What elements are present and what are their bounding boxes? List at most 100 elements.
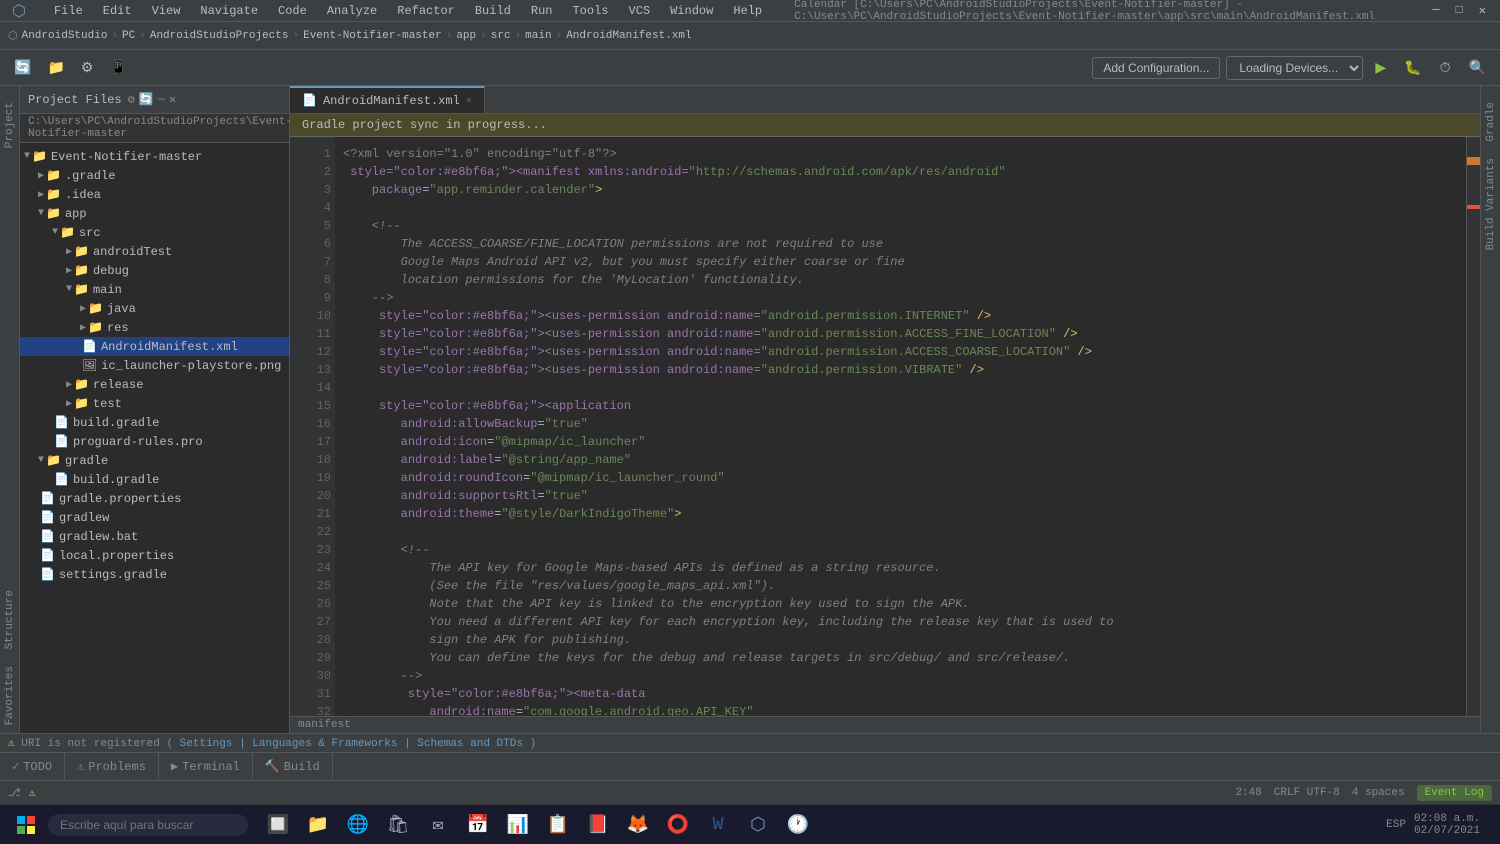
breadcrumb-app[interactable]: app	[456, 30, 476, 42]
browser-app[interactable]: 🦊	[620, 807, 656, 843]
event-log-btn[interactable]: Event Log	[1417, 785, 1492, 801]
panel-collapse-icon[interactable]: —	[158, 92, 165, 107]
tree-item-androidtest[interactable]: ▶ 📁 androidTest	[20, 242, 289, 261]
calendar-app[interactable]: 📅	[460, 807, 496, 843]
breadcrumb-manifest[interactable]: AndroidManifest.xml	[566, 30, 691, 42]
tree-item--gradle[interactable]: ▶ 📁 .gradle	[20, 166, 289, 185]
tree-item--idea[interactable]: ▶ 📁 .idea	[20, 185, 289, 204]
project-path: C:\Users\PC\AndroidStudioProjects\Event-…	[20, 114, 289, 143]
panel-close-icon[interactable]: ✕	[169, 92, 176, 107]
sync-btn[interactable]: 🔄	[8, 55, 37, 80]
menu-navigate[interactable]: Navigate	[196, 2, 262, 20]
file-explorer-app[interactable]: 📁	[300, 807, 336, 843]
edge-app[interactable]: 🌐	[340, 807, 376, 843]
store-app[interactable]: 🛍	[380, 807, 416, 843]
mail-app[interactable]: ✉	[420, 807, 456, 843]
maximize-btn[interactable]: □	[1450, 3, 1469, 18]
code-content[interactable]: <?xml version="1.0" encoding="utf-8"?> s…	[335, 137, 1466, 716]
tree-file-icon: 📄	[54, 472, 69, 487]
terminal-tab[interactable]: ▶ Terminal	[159, 753, 253, 780]
breadcrumb-pc[interactable]: PC	[122, 30, 135, 42]
project-label[interactable]: Project	[2, 94, 18, 156]
tree-item-settings-gradle[interactable]: 📄 settings.gradle	[20, 565, 289, 584]
word-app[interactable]: W	[700, 807, 736, 843]
todo-tab[interactable]: ✓ TODO	[0, 753, 65, 780]
menu-analyze[interactable]: Analyze	[323, 2, 381, 20]
terminal-label: Terminal	[182, 760, 240, 774]
device-selector[interactable]: Loading Devices...	[1226, 56, 1363, 80]
menu-file[interactable]: File	[50, 2, 87, 20]
tree-item-build-gradle[interactable]: 📄 build.gradle	[20, 470, 289, 489]
excel-app[interactable]: 📊	[500, 807, 536, 843]
favorites-label[interactable]: Favorites	[2, 658, 18, 733]
tab-close-btn[interactable]: ✕	[466, 95, 472, 107]
tree-item-gradlew-bat[interactable]: 📄 gradlew.bat	[20, 527, 289, 546]
minimize-btn[interactable]: ─	[1426, 3, 1445, 18]
uri-warning-link[interactable]: Settings | Languages & Frameworks | Sche…	[180, 738, 523, 750]
tree-item-label: ic_launcher-playstore.png	[101, 359, 281, 373]
app2[interactable]: 📋	[540, 807, 576, 843]
panel-settings-icon[interactable]: ⚙	[128, 92, 135, 107]
profile-btn[interactable]: ⏱	[1434, 55, 1457, 80]
tree-file-icon: 📁	[60, 225, 75, 240]
breadcrumb-projects[interactable]: AndroidStudioProjects	[150, 30, 289, 42]
menu-edit[interactable]: Edit	[99, 2, 136, 20]
sdk-manager-btn[interactable]: ⚙	[75, 55, 100, 80]
tree-item-androidmanifest-xml[interactable]: 📄 AndroidManifest.xml	[20, 337, 289, 356]
taskbar-search[interactable]	[48, 814, 248, 836]
problems-tab[interactable]: ⚠ Problems	[65, 753, 159, 780]
android-studio-app[interactable]: ⬡	[740, 807, 776, 843]
menu-refactor[interactable]: Refactor	[393, 2, 459, 20]
gradle-label[interactable]: Gradle	[1483, 94, 1499, 150]
menu-build[interactable]: Build	[471, 2, 515, 20]
task-manager-app[interactable]: 🔲	[260, 807, 296, 843]
breadcrumb-event-notifier[interactable]: Event-Notifier-master	[303, 30, 442, 42]
menu-run[interactable]: Run	[527, 2, 557, 20]
avd-manager-btn[interactable]: 📱	[103, 55, 132, 80]
line-number: 12	[294, 343, 331, 361]
menu-code[interactable]: Code	[274, 2, 311, 20]
editor-tab-manifest[interactable]: 📄 AndroidManifest.xml ✕	[290, 86, 485, 113]
tree-item-proguard-rules-pro[interactable]: 📄 proguard-rules.pro	[20, 432, 289, 451]
start-button[interactable]	[8, 807, 44, 843]
tree-item-build-gradle[interactable]: 📄 build.gradle	[20, 413, 289, 432]
close-btn[interactable]: ✕	[1473, 3, 1492, 18]
tree-item-ic-launcher-playstore-png[interactable]: 🖼 ic_launcher-playstore.png	[20, 356, 289, 375]
tree-item-event-notifier-master[interactable]: ▼ 📁 Event-Notifier-master	[20, 147, 289, 166]
tree-item-gradlew[interactable]: 📄 gradlew	[20, 508, 289, 527]
tree-item-main[interactable]: ▼ 📁 main	[20, 280, 289, 299]
project-structure-btn[interactable]: 📁	[41, 55, 70, 80]
menu-window[interactable]: Window	[666, 2, 717, 20]
breadcrumb-android-studio[interactable]: AndroidStudio	[22, 30, 108, 42]
panel-sync-icon[interactable]: 🔄	[139, 92, 154, 107]
breadcrumb-src[interactable]: src	[491, 30, 511, 42]
tree-item-gradle[interactable]: ▼ 📁 gradle	[20, 451, 289, 470]
tree-item-src[interactable]: ▼ 📁 src	[20, 223, 289, 242]
tree-item-app[interactable]: ▼ 📁 app	[20, 204, 289, 223]
menu-help[interactable]: Help	[729, 2, 766, 20]
debug-btn[interactable]: 🐛	[1398, 55, 1427, 80]
menu-view[interactable]: View	[148, 2, 185, 20]
tree-item-debug[interactable]: ▶ 📁 debug	[20, 261, 289, 280]
tree-item-res[interactable]: ▶ 📁 res	[20, 318, 289, 337]
line-number: 6	[294, 235, 331, 253]
menu-vcs[interactable]: VCS	[625, 2, 655, 20]
build-tab[interactable]: 🔨 Build	[253, 753, 333, 780]
structure-label[interactable]: Structure	[2, 582, 18, 657]
line-number: 28	[294, 631, 331, 649]
tree-arrow: ▼	[66, 284, 72, 295]
tree-item-release[interactable]: ▶ 📁 release	[20, 375, 289, 394]
breadcrumb-main[interactable]: main	[525, 30, 551, 42]
tree-item-gradle-properties[interactable]: 📄 gradle.properties	[20, 489, 289, 508]
tree-item-local-properties[interactable]: 📄 local.properties	[20, 546, 289, 565]
tree-item-java[interactable]: ▶ 📁 java	[20, 299, 289, 318]
tree-item-test[interactable]: ▶ 📁 test	[20, 394, 289, 413]
clock-app[interactable]: 🕐	[780, 807, 816, 843]
opera-app[interactable]: ⭕	[660, 807, 696, 843]
add-configuration-btn[interactable]: Add Configuration...	[1092, 57, 1220, 79]
menu-tools[interactable]: Tools	[568, 2, 612, 20]
run-btn[interactable]: ▶	[1369, 55, 1392, 80]
build-variants-label[interactable]: Build Variants	[1483, 150, 1499, 258]
pdf-app[interactable]: 📕	[580, 807, 616, 843]
search-everywhere-btn[interactable]: 🔍	[1463, 55, 1492, 80]
